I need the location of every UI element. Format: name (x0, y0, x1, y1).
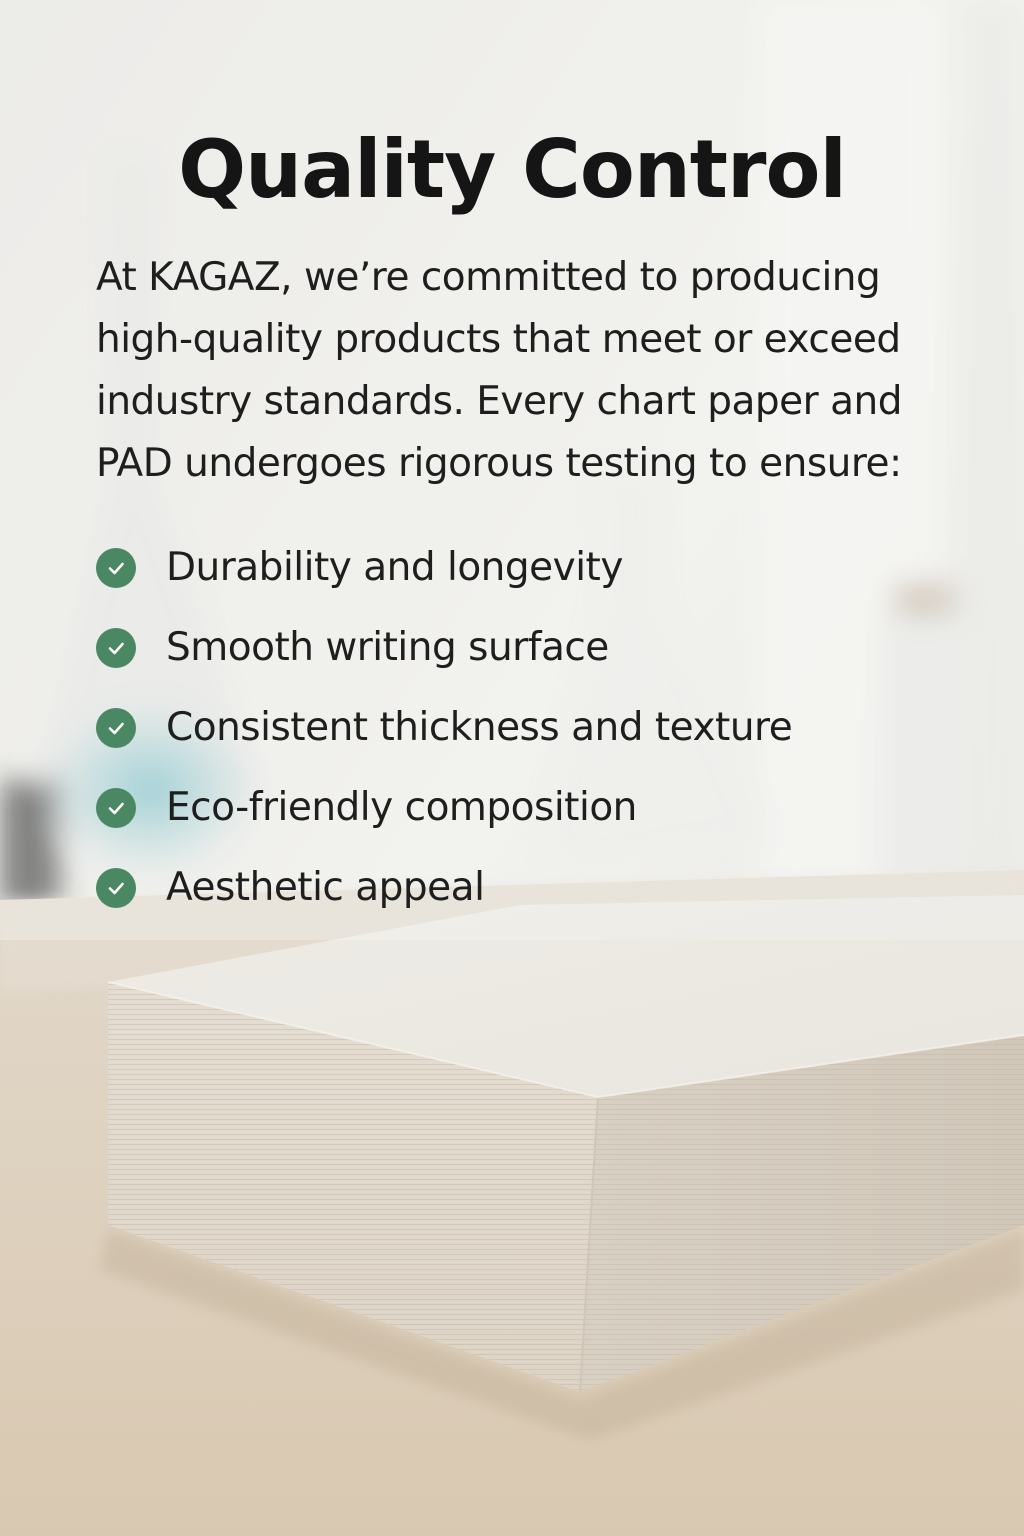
quality-checklist: Durability and longevity Smooth writing … (96, 528, 793, 928)
check-circle-icon (96, 868, 136, 908)
list-item-label: Aesthetic appeal (166, 865, 485, 910)
intro-paragraph: At KAGAZ, we’re committed to producing h… (96, 255, 902, 486)
check-circle-icon (96, 548, 136, 588)
quality-control-page: Quality Control At KAGAZ, we’re committe… (0, 0, 1024, 1536)
list-item-label: Smooth writing surface (166, 625, 609, 670)
list-item: Aesthetic appeal (96, 848, 792, 928)
list-item-label: Durability and longevity (166, 545, 623, 590)
check-circle-icon (96, 788, 136, 828)
list-item: Eco-friendly composition (96, 768, 792, 848)
page-title: Quality Control (178, 123, 847, 216)
list-item: Smooth writing surface (96, 608, 792, 688)
check-circle-icon (96, 628, 136, 668)
list-item: Consistent thickness and texture (96, 688, 793, 768)
list-item: Durability and longevity (96, 528, 792, 608)
list-item-label: Consistent thickness and texture (166, 705, 793, 750)
list-item-label: Eco-friendly composition (166, 785, 637, 830)
check-circle-icon (96, 708, 136, 748)
